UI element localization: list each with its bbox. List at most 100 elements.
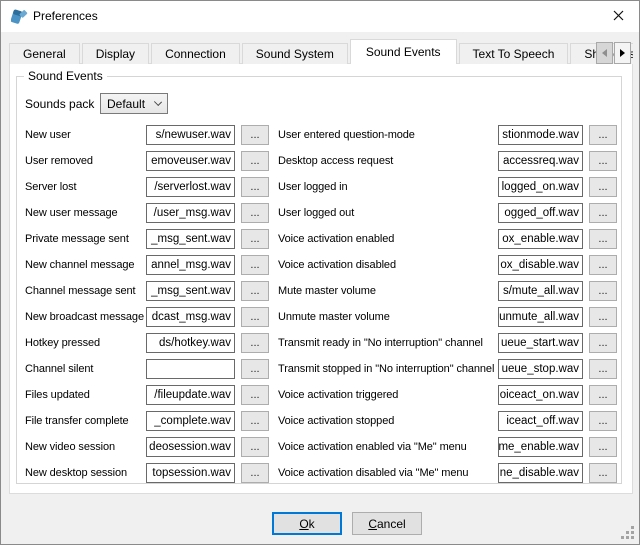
browse-button[interactable]: ... <box>589 125 617 145</box>
sound-file-value: stionmode.wav <box>502 129 579 141</box>
sound-file-value: iceact_off.wav <box>506 415 579 427</box>
sound-file-input[interactable]: _msg_sent.wav <box>146 229 235 249</box>
sound-file-input[interactable]: /user_msg.wav <box>146 203 235 223</box>
sound-file-input[interactable]: logged_on.wav <box>498 177 583 197</box>
tab[interactable]: Sound Events <box>350 39 457 64</box>
sound-file-input[interactable]: unmute_all.wav <box>498 307 583 327</box>
sound-file-input[interactable]: emoveuser.wav <box>146 151 235 171</box>
sound-event-label: Files updated <box>25 389 146 401</box>
sound-file-input[interactable] <box>146 359 235 379</box>
sound-file-input[interactable]: s/mute_all.wav <box>498 281 583 301</box>
arrow-right-icon <box>620 49 625 57</box>
ok-button-label: Ok <box>274 517 340 531</box>
sound-file-input[interactable]: oiceact_on.wav <box>498 385 583 405</box>
sound-file-input[interactable]: s/newuser.wav <box>146 125 235 145</box>
sounds-pack-row: Sounds pack Default <box>25 93 168 114</box>
sound-file-value: ogged_off.wav <box>504 207 579 219</box>
tab-scroll-left-button[interactable] <box>596 42 613 64</box>
cancel-button[interactable]: Cancel <box>352 512 422 535</box>
browse-button[interactable]: ... <box>589 151 617 171</box>
sound-file-value: ds/hotkey.wav <box>159 337 231 349</box>
sound-file-input[interactable]: ueue_stop.wav <box>498 359 583 379</box>
tab[interactable]: General <box>9 43 80 64</box>
sound-file-input[interactable]: dcast_msg.wav <box>146 307 235 327</box>
sound-file-input[interactable]: accessreq.wav <box>498 151 583 171</box>
cancel-button-label: Cancel <box>353 517 421 531</box>
sound-file-input[interactable]: ox_enable.wav <box>498 229 583 249</box>
browse-button[interactable]: ... <box>241 385 269 405</box>
sound-event-label: Voice activation enabled <box>278 233 498 245</box>
browse-button[interactable]: ... <box>241 463 269 483</box>
sound-event-label: Mute master volume <box>278 285 498 297</box>
tab[interactable]: Text To Speech <box>459 43 569 64</box>
browse-button[interactable]: ... <box>589 437 617 457</box>
sound-event-row: User logged out ogged_off.wav ... <box>278 203 617 223</box>
browse-button[interactable]: ... <box>241 437 269 457</box>
browse-button[interactable]: ... <box>589 385 617 405</box>
browse-button[interactable]: ... <box>241 359 269 379</box>
sounds-pack-value: Default <box>101 97 145 111</box>
sound-event-label: Unmute master volume <box>278 311 498 323</box>
sound-events-groupbox: Sound Events Sounds pack Default New use… <box>16 76 622 484</box>
sound-event-row: Voice activation enabled via "Me" menu m… <box>278 437 617 457</box>
sound-file-input[interactable]: /serverlost.wav <box>146 177 235 197</box>
sound-file-input[interactable]: _msg_sent.wav <box>146 281 235 301</box>
sound-file-input[interactable]: ueue_start.wav <box>498 333 583 353</box>
sound-file-value: ne_disable.wav <box>500 467 579 479</box>
browse-button[interactable]: ... <box>241 203 269 223</box>
tab-scroll-right-button[interactable] <box>614 42 631 64</box>
close-button[interactable] <box>601 3 635 29</box>
sound-file-input[interactable]: ne_disable.wav <box>498 463 583 483</box>
ok-button[interactable]: Ok <box>272 512 342 535</box>
tab[interactable]: Display <box>82 43 149 64</box>
sound-event-label: Hotkey pressed <box>25 337 146 349</box>
tab[interactable]: Sound System <box>242 43 348 64</box>
browse-button[interactable]: ... <box>241 281 269 301</box>
tab-bar: General Display Connection Sound System … <box>9 39 633 64</box>
sound-file-input[interactable]: ox_disable.wav <box>498 255 583 275</box>
browse-button[interactable]: ... <box>241 307 269 327</box>
sound-events-page: Sound Events Sounds pack Default New use… <box>9 63 633 494</box>
browse-button[interactable]: ... <box>589 203 617 223</box>
sounds-pack-select[interactable]: Default <box>100 93 168 114</box>
sound-event-row: New user s/newuser.wav ... <box>25 125 269 145</box>
browse-button[interactable]: ... <box>589 307 617 327</box>
sound-file-input[interactable]: topsession.wav <box>146 463 235 483</box>
browse-button[interactable]: ... <box>589 333 617 353</box>
titlebar: Preferences <box>1 1 639 32</box>
sound-file-input[interactable]: _complete.wav <box>146 411 235 431</box>
sound-file-input[interactable]: me_enable.wav <box>498 437 583 457</box>
sound-event-row: Desktop access request accessreq.wav ... <box>278 151 617 171</box>
browse-button[interactable]: ... <box>589 255 617 275</box>
sound-file-input[interactable]: ds/hotkey.wav <box>146 333 235 353</box>
sound-event-label: Server lost <box>25 181 146 193</box>
browse-button[interactable]: ... <box>589 281 617 301</box>
sound-file-value: ueue_stop.wav <box>502 363 579 375</box>
browse-button[interactable]: ... <box>241 411 269 431</box>
sound-event-label: User removed <box>25 155 146 167</box>
sound-event-row: File transfer complete _complete.wav ... <box>25 411 269 431</box>
browse-button[interactable]: ... <box>241 255 269 275</box>
browse-button[interactable]: ... <box>241 177 269 197</box>
tab[interactable]: Connection <box>151 43 240 64</box>
sound-file-input[interactable]: /fileupdate.wav <box>146 385 235 405</box>
sound-file-input[interactable]: ogged_off.wav <box>498 203 583 223</box>
browse-button[interactable]: ... <box>589 463 617 483</box>
browse-button[interactable]: ... <box>589 359 617 379</box>
sound-event-label: New user <box>25 129 146 141</box>
sound-event-label: Transmit stopped in "No interruption" ch… <box>278 363 498 375</box>
browse-button[interactable]: ... <box>241 333 269 353</box>
sound-file-input[interactable]: iceact_off.wav <box>498 411 583 431</box>
sound-event-row: Voice activation stopped iceact_off.wav … <box>278 411 617 431</box>
sound-event-label: New broadcast message <box>25 311 146 323</box>
browse-button[interactable]: ... <box>241 229 269 249</box>
browse-button[interactable]: ... <box>589 177 617 197</box>
resize-grip[interactable] <box>621 526 634 539</box>
sound-file-input[interactable]: stionmode.wav <box>498 125 583 145</box>
browse-button[interactable]: ... <box>589 411 617 431</box>
sound-file-input[interactable]: deosession.wav <box>146 437 235 457</box>
browse-button[interactable]: ... <box>589 229 617 249</box>
sound-file-input[interactable]: annel_msg.wav <box>146 255 235 275</box>
browse-button[interactable]: ... <box>241 125 269 145</box>
browse-button[interactable]: ... <box>241 151 269 171</box>
